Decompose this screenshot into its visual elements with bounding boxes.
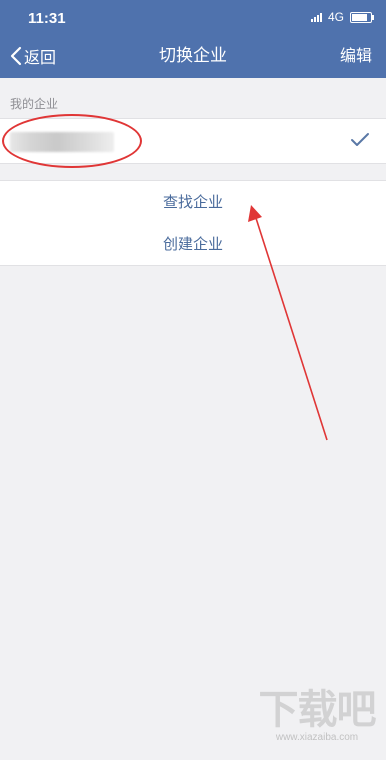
status-bar: 11:31 4G bbox=[0, 0, 386, 34]
checkmark-icon bbox=[351, 133, 369, 146]
watermark: 下载吧 www.xiazaiba.com bbox=[254, 688, 380, 752]
status-time: 11:31 bbox=[28, 10, 66, 27]
page-title: 切换企业 bbox=[159, 46, 227, 66]
status-indicators: 4G bbox=[310, 10, 374, 24]
highlight-ellipse bbox=[2, 114, 142, 168]
find-company-button[interactable]: 查找企业 bbox=[0, 180, 386, 224]
edit-button[interactable]: 编辑 bbox=[340, 34, 372, 78]
network-type: 4G bbox=[327, 10, 344, 24]
nav-bar: 返回 切换企业 编辑 bbox=[0, 34, 386, 78]
signal-icon bbox=[310, 12, 322, 22]
section-title-my-companies: 我的企业 bbox=[10, 97, 59, 111]
watermark-brand: 下载吧 bbox=[258, 687, 377, 733]
watermark-url: www.xiazaiba.com bbox=[275, 732, 359, 743]
battery-icon bbox=[350, 11, 374, 23]
create-company-button[interactable]: 创建企业 bbox=[0, 223, 386, 266]
